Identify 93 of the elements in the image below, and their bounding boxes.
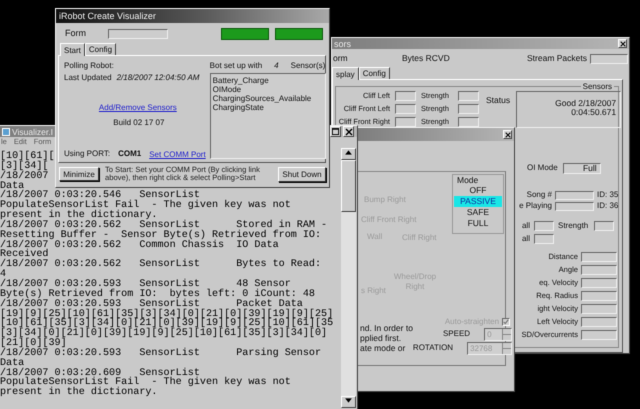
mode-option[interactable]: PASSIVE <box>454 196 502 208</box>
bytes-label: Bytes RCVD <box>402 54 451 64</box>
port-label: Using PORT: <box>64 150 110 159</box>
song-label: e Playing <box>518 202 552 211</box>
stream-packets-field[interactable] <box>590 54 628 64</box>
motion-field[interactable] <box>581 252 617 262</box>
strength-field[interactable] <box>594 221 614 231</box>
log-line: [19][9][25][10][61][35][3][34][0][21][0][39][19][9][25] <box>0 310 334 320</box>
scroll-down-button[interactable] <box>341 396 356 408</box>
log-line: [10][61][ <box>0 152 55 162</box>
log-line: present in the dictionary. <box>0 211 158 221</box>
oi-mode-label: OI Mode <box>527 164 558 173</box>
tab[interactable]: splay <box>332 67 359 80</box>
sensor-list-item[interactable]: Battery_Charge <box>212 76 323 85</box>
mode-label: Mode <box>457 176 478 186</box>
motion-field[interactable] <box>581 291 617 301</box>
log-line: Data <box>0 358 24 369</box>
status-text: Good 2/18/2007 <box>555 99 616 108</box>
motion-field[interactable] <box>581 265 617 275</box>
up-arrow-icon <box>345 150 352 155</box>
scroll-thumb[interactable] <box>341 160 356 212</box>
sensor-count: 4 <box>274 62 279 71</box>
motion-field[interactable] <box>581 330 617 340</box>
shut-down-button[interactable]: Shut Down <box>278 166 326 182</box>
last-updated-value: 2/18/2007 12:04:50 AM <box>116 74 200 83</box>
motion-field[interactable] <box>581 278 617 288</box>
song-label: Song # <box>526 191 552 200</box>
wall-label: all <box>520 234 530 244</box>
oi-mode-field[interactable]: Full <box>562 163 601 174</box>
strength-label: Strength <box>558 222 590 230</box>
tab[interactable]: Start <box>60 43 85 56</box>
sensor-list-item[interactable]: OIMode <box>212 84 323 94</box>
mode-option[interactable]: FULL <box>454 218 502 230</box>
log-line: Resetting Buffer - Sensor Byte(s) Retrieved from IO: <box>0 230 322 241</box>
mode-option[interactable]: OFF <box>454 185 502 196</box>
scroll-up-button[interactable] <box>341 148 356 160</box>
log-line: /18/2007 0:03:20.593 SensorList Packet Data <box>0 300 303 310</box>
song-id: ID: 36 <box>597 202 618 211</box>
log-line: /18/2007 <box>0 172 48 182</box>
status-label: Status <box>486 96 510 107</box>
motion-field[interactable] <box>581 304 617 314</box>
log-line: 4 <box>0 270 6 280</box>
build-label: Build 02 17 07 <box>113 118 164 128</box>
log-line: Byte(s) Retrieved from IO: bytes left: 0 iCount: 48 <box>0 290 315 300</box>
song-field[interactable] <box>555 191 594 200</box>
sensor-field[interactable] <box>395 104 416 114</box>
last-updated-label: Last Updated <box>64 74 112 83</box>
log-line: /18/2007 0:03:20.593 SensorList Parsing Sensor <box>0 348 322 359</box>
mode-option[interactable]: SAFE <box>454 207 502 218</box>
stream-packets-label: Stream Packets <box>527 54 587 64</box>
sensor-field[interactable] <box>395 117 416 127</box>
sensor-list[interactable]: Battery_Charge OIMode ChargingSources_Available ChargingState <box>210 72 326 159</box>
log-line: /18/2007 0:03:20.593 SensorList 48 Sensor <box>0 280 291 290</box>
window-title: iRobot Create Visualizer <box>59 11 156 21</box>
wall-label: all <box>520 222 530 230</box>
song-id: ID: 35 <box>597 191 618 200</box>
status-text: 0:04:50.671 <box>571 108 616 118</box>
wall-field[interactable] <box>534 221 554 231</box>
log-line: [21][0][39] <box>0 339 67 349</box>
sensor-list-item[interactable]: ChargingSources_Available <box>212 94 323 103</box>
scrollbar[interactable] <box>341 148 356 408</box>
instruction-text: nd. In order to pplied first. ate mode or <box>360 323 413 355</box>
wall-field[interactable] <box>534 234 554 244</box>
log-line: [3][34][ <box>0 162 48 172</box>
motion-field[interactable] <box>581 317 617 327</box>
add-remove-sensors-link[interactable]: Add/Remove Sensors <box>98 102 177 112</box>
port-value: COM1 <box>118 150 142 159</box>
rotation-label: ROTATION <box>412 344 454 353</box>
strength-field[interactable] <box>458 117 479 127</box>
window-title: sors <box>334 38 352 48</box>
window-title: Visualizer.I <box>12 126 53 136</box>
sensor-count-suffix: Sensor(s) <box>290 62 326 71</box>
sensor-count-label: Bot set up with <box>210 62 262 71</box>
form-field[interactable] <box>108 29 168 39</box>
song-field[interactable] <box>555 202 594 211</box>
sensor-list-item[interactable]: ChargingState <box>212 102 323 112</box>
log-line: present in the dictionary. <box>0 388 158 398</box>
polling-label: Polling Robot: <box>64 62 115 71</box>
strength-field[interactable] <box>458 104 479 114</box>
form-label: orm <box>333 54 349 64</box>
tab[interactable]: Config <box>84 43 116 55</box>
speed-label: SPEED <box>442 330 470 339</box>
down-arrow-icon <box>345 398 352 403</box>
group-label: Sensors <box>580 82 614 91</box>
form-label: Form <box>65 29 87 39</box>
set-comm-port-link[interactable]: Set COMM Port <box>149 150 206 159</box>
log-line: /18/2007 0:03:20.562 SensorList Stored in RAM - <box>0 220 328 231</box>
strength-field[interactable] <box>458 91 479 101</box>
tab[interactable]: Config <box>358 67 390 79</box>
log-line: /18/2007 0:03:20.562 SensorList Bytes to Read: <box>0 260 322 270</box>
app-icon <box>2 128 10 136</box>
minimize-button[interactable]: Minimize <box>59 167 99 181</box>
sensor-field[interactable] <box>395 91 416 101</box>
